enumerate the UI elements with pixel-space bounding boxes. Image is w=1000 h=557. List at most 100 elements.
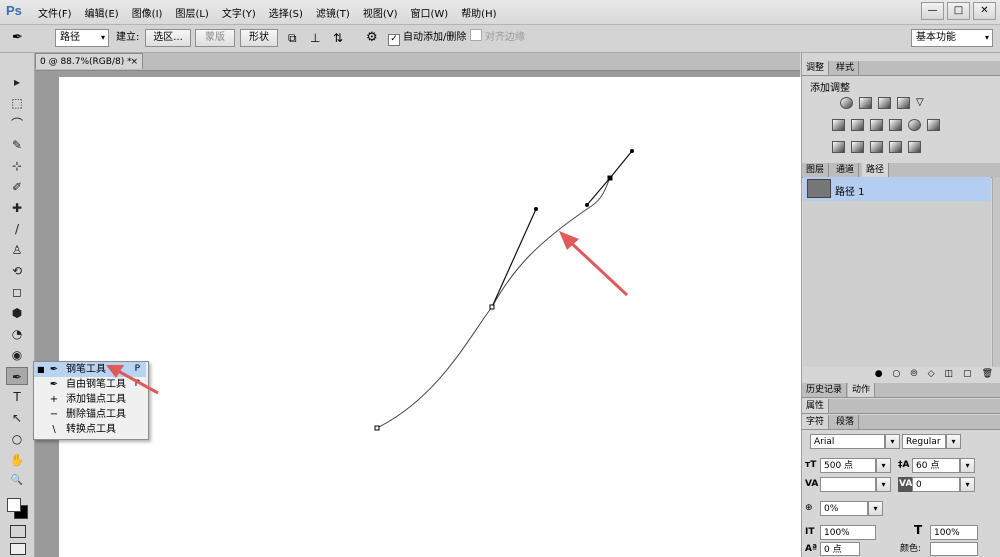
screen-mode-icon[interactable] xyxy=(10,543,26,555)
menu-filter[interactable]: 滤镜(T) xyxy=(316,5,350,20)
invert-icon[interactable] xyxy=(832,141,845,153)
levels-icon[interactable] xyxy=(859,97,872,109)
black-white-icon[interactable] xyxy=(870,119,883,131)
type-tool-icon[interactable]: T xyxy=(6,388,28,406)
brush-tool-icon[interactable]: / xyxy=(6,220,28,238)
zoom-tool-icon[interactable]: 🔍 xyxy=(6,472,28,490)
close-button[interactable]: ✕ xyxy=(973,2,996,20)
auto-add-delete-option[interactable]: ✓ 自动添加/删除 xyxy=(388,29,466,47)
mode-dropdown[interactable]: 路径 ▾ xyxy=(55,29,109,47)
align-edges-checkbox[interactable] xyxy=(470,29,482,41)
path-operations-icon[interactable]: ⧉ xyxy=(288,29,297,47)
photo-filter-icon[interactable] xyxy=(889,119,902,131)
paths-scrollbar[interactable] xyxy=(992,177,1000,367)
fill-path-icon[interactable]: ● xyxy=(875,367,883,381)
vibrance-icon[interactable]: ▽ xyxy=(916,97,929,109)
font-family-dropdown[interactable]: Arial xyxy=(810,434,885,449)
maximize-button[interactable]: □ xyxy=(947,2,970,20)
menu-help[interactable]: 帮助(H) xyxy=(461,5,496,20)
paint-bucket-tool-icon[interactable]: ⬢ xyxy=(6,304,28,322)
menu-view[interactable]: 视图(V) xyxy=(363,5,398,20)
menu-type[interactable]: 文字(Y) xyxy=(222,5,256,20)
tab-character[interactable]: 字符 xyxy=(802,415,830,429)
tab-styles[interactable]: 样式 xyxy=(832,61,860,75)
path-arrangement-icon[interactable]: ⇅ xyxy=(333,29,343,47)
posterize-icon[interactable] xyxy=(851,141,864,153)
path-item[interactable]: 路径 1 xyxy=(803,177,991,201)
vertical-scale-field[interactable]: 100% xyxy=(820,525,876,540)
dodge-tool-icon[interactable]: ◉ xyxy=(6,346,28,364)
foreground-color-swatch[interactable] xyxy=(7,498,21,512)
pen-tool-icon[interactable]: ✒ xyxy=(12,29,23,47)
chevron-down-icon[interactable]: ▾ xyxy=(876,477,891,492)
hand-tool-icon[interactable]: ✋ xyxy=(6,451,28,469)
add-mask-icon[interactable]: ◫ xyxy=(945,367,954,381)
exposure-icon[interactable] xyxy=(897,97,910,109)
menu-edit[interactable]: 编辑(E) xyxy=(85,5,119,20)
align-edges-option[interactable]: 对齐边缘 xyxy=(470,29,525,47)
gear-icon[interactable]: ⚙ xyxy=(366,29,378,47)
baseline-field[interactable]: 0 点 xyxy=(820,542,860,556)
chevron-down-icon[interactable]: ▾ xyxy=(885,434,900,449)
tab-paragraph[interactable]: 段落 xyxy=(832,415,860,429)
crop-tool-icon[interactable]: ⊹ xyxy=(6,157,28,175)
marquee-tool-icon[interactable]: ⬚ xyxy=(6,94,28,112)
stroke-path-icon[interactable]: ○ xyxy=(893,367,901,381)
lasso-tool-icon[interactable]: ⌒ xyxy=(6,115,28,133)
flyout-freeform-pen-tool[interactable]: ✒ 自由钢笔工具 P xyxy=(34,377,146,392)
tab-paths[interactable]: 路径 xyxy=(862,163,890,177)
tab-actions[interactable]: 动作 xyxy=(848,383,876,397)
menu-layer[interactable]: 图层(L) xyxy=(175,5,208,20)
threshold-icon[interactable] xyxy=(870,141,883,153)
chevron-down-icon[interactable]: ▾ xyxy=(946,434,961,449)
tab-layers[interactable]: 图层 xyxy=(802,163,830,177)
history-brush-tool-icon[interactable]: ⟲ xyxy=(6,262,28,280)
menu-image[interactable]: 图像(I) xyxy=(132,5,163,20)
menu-file[interactable]: 文件(F) xyxy=(38,5,72,20)
minimize-button[interactable]: — xyxy=(921,2,944,20)
chevron-down-icon[interactable]: ▾ xyxy=(868,501,883,516)
menu-select[interactable]: 选择(S) xyxy=(269,5,303,20)
shape-button[interactable]: 形状 xyxy=(240,29,278,47)
flyout-delete-anchor-tool[interactable]: − 删除锚点工具 xyxy=(34,407,146,422)
text-color-swatch[interactable] xyxy=(930,542,978,556)
close-icon[interactable]: × xyxy=(130,54,138,70)
trash-icon[interactable]: 🗑 xyxy=(982,367,993,381)
move-tool-icon[interactable]: ▸ xyxy=(6,73,28,91)
chevron-down-icon[interactable]: ▾ xyxy=(960,477,975,492)
selective-color-icon[interactable] xyxy=(889,141,902,153)
font-size-field[interactable]: 500 点 xyxy=(820,458,876,473)
menu-window[interactable]: 窗口(W) xyxy=(410,5,448,20)
color-balance-icon[interactable] xyxy=(851,119,864,131)
tab-adjustments[interactable]: 调整 xyxy=(802,61,830,75)
tsume-field[interactable]: 0% xyxy=(820,501,868,516)
document-tab[interactable]: 0 @ 88.7%(RGB/8) * × xyxy=(35,53,143,69)
gradient-map-icon[interactable] xyxy=(908,141,921,153)
selection-button[interactable]: 选区... xyxy=(145,29,191,47)
tracking-field[interactable]: 0 xyxy=(912,477,960,492)
chevron-down-icon[interactable]: ▾ xyxy=(876,458,891,473)
tab-history[interactable]: 历史记录 xyxy=(802,383,848,397)
auto-add-delete-checkbox[interactable]: ✓ xyxy=(388,34,400,46)
chevron-down-icon[interactable]: ▾ xyxy=(960,458,975,473)
leading-field[interactable]: 60 点 xyxy=(912,458,960,473)
healing-brush-tool-icon[interactable]: ✚ xyxy=(6,199,28,217)
font-style-dropdown[interactable]: Regular xyxy=(902,434,946,449)
load-selection-icon[interactable]: ⦾ xyxy=(910,367,917,381)
kerning-field[interactable] xyxy=(820,477,876,492)
eyedropper-tool-icon[interactable]: ✐ xyxy=(6,178,28,196)
ellipse-tool-icon[interactable]: ○ xyxy=(6,430,28,448)
blur-tool-icon[interactable]: ◔ xyxy=(6,325,28,343)
tab-channels[interactable]: 通道 xyxy=(832,163,860,177)
quick-selection-tool-icon[interactable]: ✎ xyxy=(6,136,28,154)
brightness-icon[interactable] xyxy=(840,97,853,109)
flyout-convert-point-tool[interactable]: \ 转换点工具 xyxy=(34,422,146,437)
path-selection-tool-icon[interactable]: ↖ xyxy=(6,409,28,427)
quick-mask-icon[interactable] xyxy=(10,525,26,538)
make-work-path-icon[interactable]: ◇ xyxy=(928,367,935,381)
flyout-pen-tool[interactable]: ■ ✒ 钢笔工具 P xyxy=(34,362,146,377)
workspace-dropdown[interactable]: 基本功能 ▾ xyxy=(911,29,993,47)
clone-stamp-tool-icon[interactable]: ♙ xyxy=(6,241,28,259)
path-alignment-icon[interactable]: ⊥ xyxy=(310,29,320,47)
color-lookup-icon[interactable] xyxy=(927,119,940,131)
